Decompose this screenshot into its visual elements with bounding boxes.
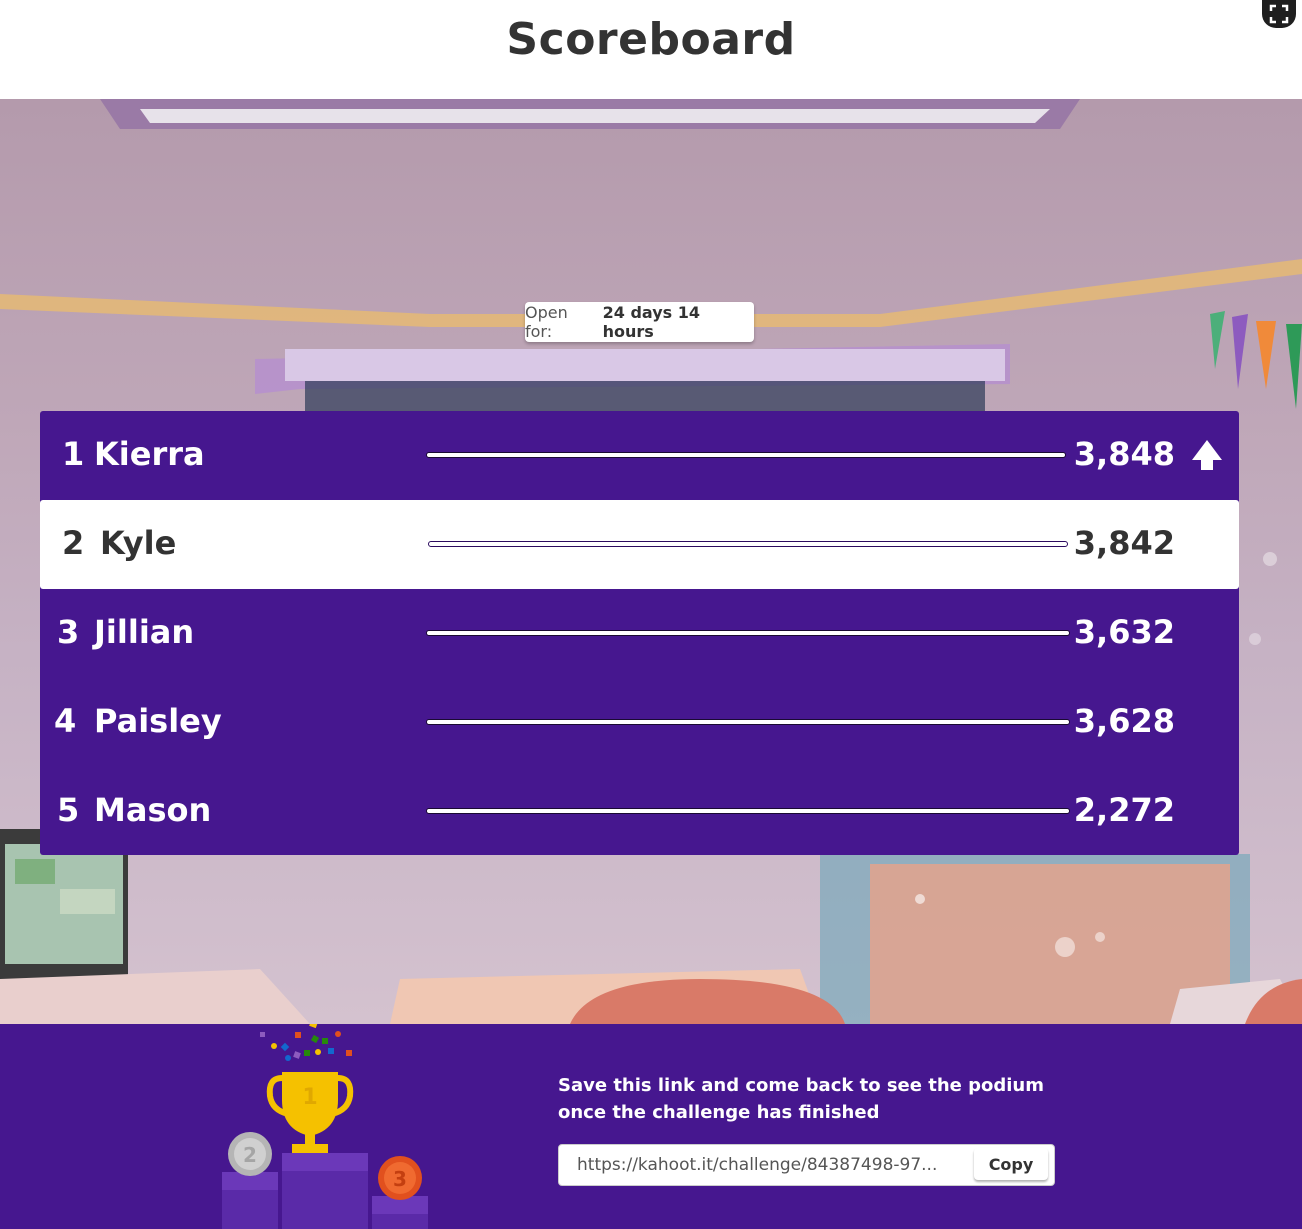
player-score: 3,842 (1073, 524, 1175, 562)
rank-number: 1 (62, 435, 85, 473)
rank-number: 4 (54, 702, 77, 740)
score-bar (426, 719, 1070, 725)
challenge-link-box: https://kahoot.it/challenge/84387498-97.… (558, 1144, 1055, 1186)
timer-label: Open for: (525, 303, 568, 341)
score-bar (426, 452, 1066, 458)
score-bar (426, 808, 1070, 814)
page-title: Scoreboard (506, 14, 796, 65)
podium-trophy-illustration: 1 2 3 (222, 1024, 428, 1229)
copy-button[interactable]: Copy (974, 1148, 1048, 1180)
score-bar (426, 630, 1070, 636)
svg-text:2: 2 (243, 1143, 257, 1167)
footer: 1 2 3 Save this link and come back to se… (0, 1024, 1302, 1229)
fullscreen-button[interactable] (1262, 0, 1296, 28)
rank-number: 3 (57, 613, 80, 651)
challenge-link[interactable]: https://kahoot.it/challenge/84387498-97.… (577, 1155, 937, 1175)
player-name: Paisley (94, 702, 222, 740)
rank-number: 2 (62, 524, 85, 562)
rank-number: 5 (57, 791, 80, 829)
scoreboard-row-current-player: 2 Kyle 3,842 (40, 500, 1239, 589)
player-score: 3,632 (1073, 613, 1175, 651)
svg-text:1: 1 (302, 1085, 317, 1110)
player-name: Kyle (100, 524, 177, 562)
player-score: 3,628 (1073, 702, 1175, 740)
scoreboard-row: 4 Paisley 3,628 (40, 678, 1239, 767)
player-score: 3,848 (1073, 435, 1175, 473)
svg-text:3: 3 (393, 1167, 407, 1191)
save-link-message: Save this link and come back to see the … (558, 1075, 1044, 1123)
player-name: Mason (94, 791, 212, 829)
open-timer: Open for: 24 days 14 hours (525, 302, 754, 342)
scoreboard-list: 1 Kierra 3,848 2 Kyle 3,842 3 Jillian 3,… (40, 411, 1239, 855)
player-name: Jillian (94, 613, 195, 651)
player-score: 2,272 (1073, 791, 1175, 829)
score-bar (428, 541, 1068, 547)
scoreboard-row: 5 Mason 2,272 (40, 767, 1239, 856)
arrow-up-icon (1192, 440, 1222, 470)
timer-value: 24 days 14 hours (602, 303, 700, 341)
scoreboard-row: 3 Jillian 3,632 (40, 589, 1239, 678)
fullscreen-icon (1269, 4, 1289, 24)
scoreboard-row: 1 Kierra 3,848 (40, 411, 1239, 500)
header: Scoreboard (0, 0, 1302, 99)
player-name: Kierra (94, 435, 205, 473)
